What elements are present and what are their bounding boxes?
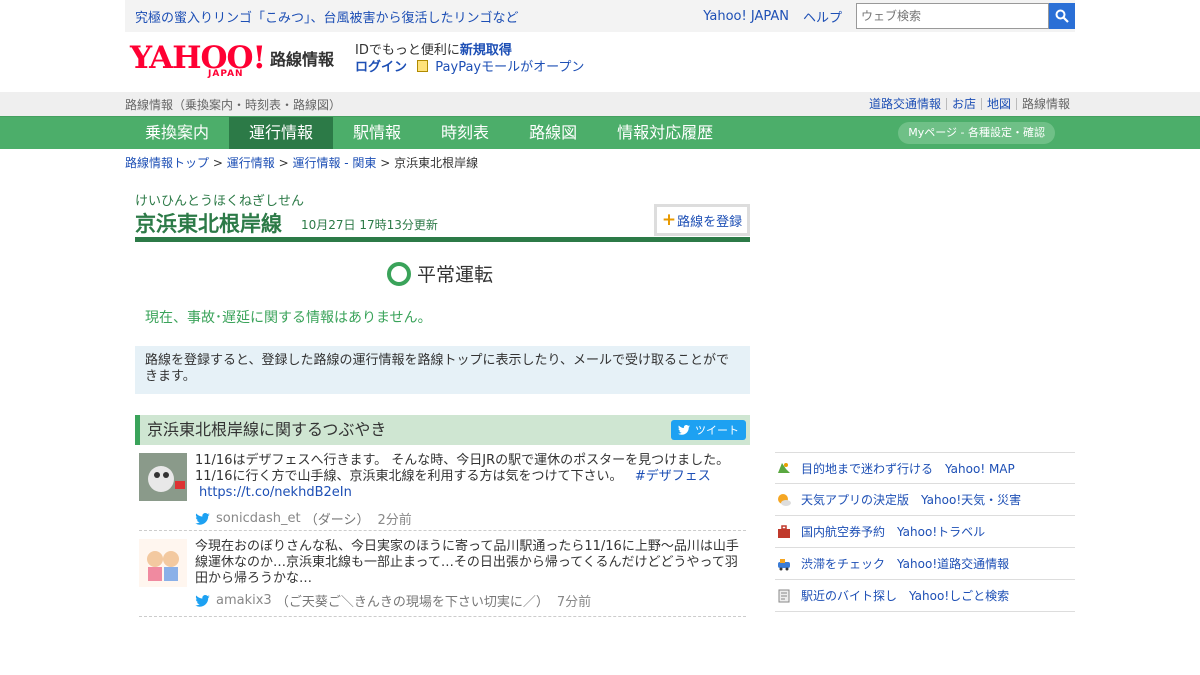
tweet-button-label: ツイート	[695, 424, 739, 437]
tweet-button[interactable]: ツイート	[671, 420, 746, 440]
no-info-text: 現在、事故･遅延に関する情報はありません。	[145, 310, 432, 326]
twitter-bird-icon	[195, 512, 210, 525]
suitcase-icon	[778, 524, 790, 538]
plus-icon: +	[661, 210, 677, 230]
status-text: 平常運転	[417, 264, 494, 286]
map-icon	[778, 463, 790, 473]
register-line-label: 路線を登録	[677, 214, 743, 230]
tweets-heading: 京浜東北根岸線に関するつぶやき ツイート	[135, 415, 750, 445]
tweet-url-link[interactable]: https://t.co/nekhdB2eIn	[199, 485, 352, 500]
tweet-meta: amakix3 （ご天葵ご＼きんきの現場を下さい切実に／） 7分前	[195, 591, 746, 610]
tweet-username[interactable]: sonicdash_et	[216, 511, 301, 526]
list-item: 11/16はデザフェスへ行きます。 そんな時、今日JRの駅で運休のポスターを見つ…	[139, 445, 746, 531]
tweet-time[interactable]: 7分前	[557, 591, 591, 610]
status-box: 平常運転 現在、事故･遅延に関する情報はありません。 路線を登録すると、登録した…	[135, 242, 750, 394]
side-link-label: 国内航空券予約 Yahoo!トラベル	[801, 525, 986, 539]
side-link-jobs[interactable]: 駅近のバイト探し Yahoo!しごと検索	[775, 580, 1075, 612]
side-link-travel[interactable]: 国内航空券予約 Yahoo!トラベル	[775, 516, 1075, 548]
tweet-display-name: （ご天葵ご＼きんきの現場を下さい切実に／）	[275, 595, 549, 610]
weather-icon	[778, 493, 791, 506]
register-line-button[interactable]: + 路線を登録	[654, 204, 750, 236]
tweets-heading-text: 京浜東北根岸線に関するつぶやき	[147, 420, 387, 439]
tweet-meta: sonicdash_et （ダーシ） 2分前	[195, 509, 746, 528]
tweet-text: 今現在おのぼりさんな私、今日実家のほうに寄って品川駅通ったら11/16に上野～品…	[195, 539, 739, 586]
list-item: 今現在おのぼりさんな私、今日実家のほうに寄って品川駅通ったら11/16に上野～品…	[139, 531, 746, 617]
car-icon	[778, 558, 790, 570]
hashtag-link[interactable]: #デザフェス	[635, 469, 711, 484]
side-links: 目的地まで迷わず行ける Yahoo! MAP 天気アプリの決定版 Yahoo!天…	[775, 452, 1075, 612]
status: 平常運転	[387, 260, 493, 287]
side-link-label: 駅近のバイト探し Yahoo!しごと検索	[801, 589, 1010, 603]
side-link-label: 天気アプリの決定版 Yahoo!天気・災害	[801, 493, 1022, 507]
job-icon	[778, 589, 790, 602]
avatar[interactable]	[139, 453, 187, 501]
tweet-time[interactable]: 2分前	[377, 509, 411, 528]
page-title: 京浜東北根岸線	[135, 212, 282, 236]
side-link-weather[interactable]: 天気アプリの決定版 Yahoo!天気・災害	[775, 484, 1075, 516]
tweet-list: 11/16はデザフェスへ行きます。 そんな時、今日JRの駅で運休のポスターを見つ…	[135, 445, 750, 675]
register-info: 路線を登録すると、登録した路線の運行情報を路線トップに表示したり、メールで受け取…	[135, 346, 750, 394]
main-content: けいひんとうほくねぎしせん 京浜東北根岸線 10月27日 17時13分更新 + …	[125, 182, 760, 675]
normal-circle-icon	[387, 261, 411, 286]
side-link-map[interactable]: 目的地まで迷わず行ける Yahoo! MAP	[775, 452, 1075, 484]
avatar[interactable]	[139, 539, 187, 587]
twitter-bird-icon	[195, 594, 210, 607]
side-link-label: 渋滞をチェック Yahoo!道路交通情報	[801, 557, 1010, 571]
tweet-username[interactable]: amakix3	[216, 593, 272, 608]
twitter-icon	[678, 425, 690, 435]
title-row: 京浜東北根岸線 10月27日 17時13分更新 + 路線を登録	[135, 204, 750, 242]
updated-time: 10月27日 17時13分更新	[301, 218, 438, 232]
side-link-label: 目的地まで迷わず行ける Yahoo! MAP	[801, 461, 1015, 476]
tweet-display-name: （ダーシ）	[304, 513, 370, 528]
tweet-text: 11/16はデザフェスへ行きます。 そんな時、今日JRの駅で運休のポスターを見つ…	[195, 453, 746, 501]
side-link-traffic[interactable]: 渋滞をチェック Yahoo!道路交通情報	[775, 548, 1075, 580]
